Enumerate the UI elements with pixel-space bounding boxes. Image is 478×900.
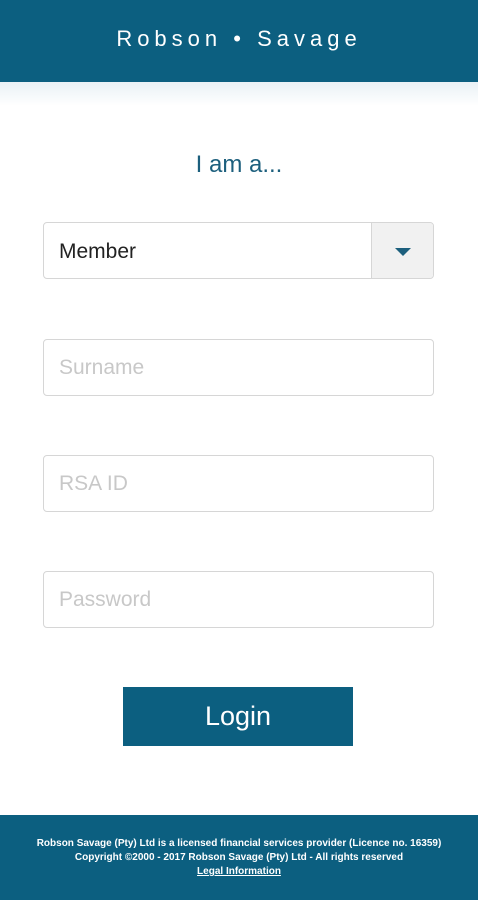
rsa-id-input[interactable] (43, 455, 434, 512)
login-button[interactable]: Login (123, 687, 353, 746)
app-header: Robson • Savage (0, 0, 478, 82)
role-select-value: Member (59, 240, 137, 263)
footer-license-text: Robson Savage (Pty) Ltd is a licensed fi… (36, 838, 442, 849)
role-select[interactable]: Member (43, 222, 434, 279)
header-shadow (0, 82, 478, 106)
surname-input[interactable] (43, 339, 434, 396)
role-select-toggle[interactable] (371, 223, 433, 278)
brand-logo-text: Robson • Savage (116, 26, 362, 51)
footer-copyright-text: Copyright ©2000 - 2017 Robson Savage (Pt… (74, 852, 404, 863)
page-heading: I am a... (195, 151, 283, 178)
password-input[interactable] (43, 571, 434, 628)
legal-information-link[interactable]: Legal Information (197, 866, 281, 877)
page-footer: Robson Savage (Pty) Ltd is a licensed fi… (0, 815, 478, 900)
chevron-down-icon (395, 248, 411, 256)
